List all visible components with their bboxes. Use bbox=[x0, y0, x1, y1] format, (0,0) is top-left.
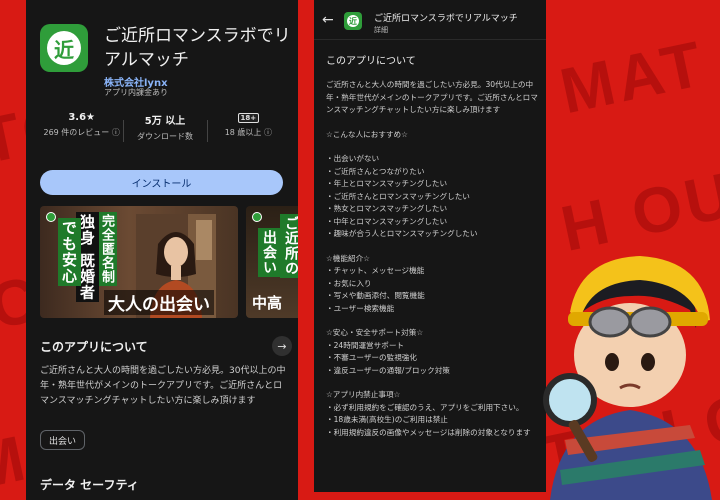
downloads-stat: 5万 以上 ダウンロード数 bbox=[123, 112, 206, 154]
safety-support-list-item: ・24時間運営サポート bbox=[326, 340, 405, 350]
details-subtitle: 詳細 bbox=[374, 26, 388, 34]
safety-support-title: ☆安心・安全サポート対策☆ bbox=[326, 328, 424, 337]
details-intro: ご近所さんと大人の時間を過ごしたい方必見。30代以上の中年・熟年世代がメインのト… bbox=[326, 80, 538, 114]
recommend-list-item: ・年上とロマンスマッチングしたい bbox=[326, 179, 448, 188]
details-app-title: ご近所ロマンスラボでリアルマッチ bbox=[374, 14, 518, 24]
stats-row: 3.6★ 269 件のレビュー ⓘ 5万 以上 ダウンロード数 18+ 18 歳… bbox=[40, 112, 290, 154]
iap-note: アプリ内課金あり bbox=[104, 88, 168, 97]
app-icon-glyph: 近 bbox=[47, 31, 81, 65]
app-icon[interactable]: 近 bbox=[40, 24, 88, 72]
screenshot-1[interactable]: 完全匿名制 独身 既婚者 でも安心 大人の出会い bbox=[40, 206, 238, 318]
downloads-value: 5万 以上 bbox=[144, 116, 186, 127]
install-button[interactable]: インストール bbox=[40, 170, 283, 195]
safety-support-list-item: ・不審ユーザーの監視強化 bbox=[326, 353, 417, 362]
detective-mascot-image bbox=[543, 256, 712, 500]
age-label: 18 歳以上 ⓘ bbox=[224, 128, 272, 137]
about-section-header[interactable]: このアプリについて → bbox=[40, 336, 292, 358]
recommend-list-item: ・中年とロマンスマッチングしたい bbox=[326, 216, 448, 226]
about-description: ご近所さんと大人の時間を過ごしたい方必見。30代以上の中年・熟年世代がメインのト… bbox=[40, 366, 286, 406]
details-header: ← 近 ご近所ロマンスラボでリアルマッチ 詳細 bbox=[314, 0, 546, 40]
store-listing-panel: 近 ご近所ロマンスラボでリアルマッチ 株式会社lynx アプリ内課金あり 3.6… bbox=[26, 0, 298, 500]
features-list-item: ・お気に入り bbox=[326, 278, 372, 288]
recommend-list: ・出会いがない・ご近所さんとつながりたい・年上とロマンスマッチングしたい・ご近所… bbox=[326, 153, 538, 241]
app-title: ご近所ロマンスラボでリアルマッチ bbox=[104, 26, 291, 70]
features-list-item: ・ユーザー検索機能 bbox=[326, 303, 395, 313]
features-list-item: ・チャット、メッセージ機能 bbox=[326, 266, 425, 275]
recommend-list-item: ・ご近所さんとつながりたい bbox=[326, 166, 425, 176]
app-logo-mini-icon bbox=[252, 212, 262, 222]
data-safety-title: データ セーフティ bbox=[40, 478, 139, 492]
safety-support-list: ・24時間運営サポート・不審ユーザーの監視強化・違反ユーザーの通報/ブロック対策 bbox=[326, 340, 538, 378]
age-stat[interactable]: 18+ 18 歳以上 ⓘ bbox=[206, 112, 290, 154]
age-rating-badge: 18+ bbox=[237, 113, 260, 123]
arrow-right-icon[interactable]: → bbox=[272, 336, 292, 356]
app-icon-glyph: 近 bbox=[347, 15, 359, 27]
about-title: このアプリについて bbox=[40, 340, 148, 354]
details-panel: ← 近 ご近所ロマンスラボでリアルマッチ 詳細 このアプリについて ご近所さんと… bbox=[314, 0, 546, 492]
screenshot-2-text-1: ご近所の bbox=[280, 214, 298, 278]
screenshot-2-text-2: 出会い bbox=[258, 228, 280, 277]
recommend-list-item: ・ご近所さんとロマンスマッチングしたい bbox=[326, 191, 470, 201]
recommend-list-item: ・熟女とロマンスマッチングしたい bbox=[326, 204, 448, 213]
downloads-label: ダウンロード数 bbox=[136, 132, 193, 141]
safety-support-list-item: ・違反ユーザーの通報/ブロック対策 bbox=[326, 365, 450, 375]
prohibited-title: ☆アプリ内禁止事項☆ bbox=[326, 390, 401, 399]
screenshot-2-caption: 中高 bbox=[252, 294, 283, 312]
recommend-list-item: ・趣味が合う人とロマンスマッチングしたい bbox=[326, 229, 478, 238]
screenshot-1-text-1: 完全匿名制 bbox=[96, 212, 117, 286]
features-list: ・チャット、メッセージ機能 ・お気に入り・写メや動画添付、閲覧機能 ・ユーザー検索機… bbox=[326, 265, 538, 315]
app-logo-mini-icon bbox=[46, 212, 56, 222]
details-section-title: このアプリについて bbox=[326, 56, 416, 67]
features-title: ☆機能紹介☆ bbox=[326, 253, 370, 263]
app-icon-small: 近 bbox=[344, 12, 362, 30]
screenshot-2[interactable]: ご近所の 出会い 中高 bbox=[246, 206, 298, 318]
details-content: このアプリについて ご近所さんと大人の時間を過ごしたい方必見。30代以上の中年・… bbox=[326, 52, 538, 439]
prohibited-list-item: ・必ず利用規約をご確認のうえ、アプリをご利用下さい。 bbox=[326, 402, 524, 412]
rating-label: 269 件のレビュー ⓘ bbox=[43, 128, 120, 137]
features-list-item: ・写メや動画添付、閲覧機能 bbox=[326, 291, 425, 300]
recommend-list-item: ・出会いがない bbox=[326, 154, 380, 163]
prohibited-list-item: ・利用規約違反の画像やメッセージは削除の対象となります bbox=[326, 427, 531, 437]
back-arrow-icon[interactable]: ← bbox=[322, 12, 334, 28]
screenshot-1-caption: 大人の出会い bbox=[104, 290, 214, 315]
rating-value: 3.6★ bbox=[68, 112, 95, 123]
watermark-text: MAT bbox=[554, 26, 712, 128]
prohibited-list-item: ・18歳未満(高校生)のご利用は禁止 bbox=[326, 415, 448, 424]
watermark-text: H OUT bbox=[554, 149, 720, 265]
prohibited-list: ・必ず利用規約をご確認のうえ、アプリをご利用下さい。 ・18歳未満(高校生)のご利… bbox=[326, 402, 538, 440]
screenshot-1-text-3: でも安心 bbox=[58, 218, 81, 286]
screenshot-carousel[interactable]: 完全匿名制 独身 既婚者 でも安心 大人の出会い ご近所の 出会い 中高 bbox=[40, 206, 298, 318]
rating-stat[interactable]: 3.6★ 269 件のレビュー ⓘ bbox=[40, 112, 123, 154]
recommend-title: ☆こんな人におすすめ☆ bbox=[326, 129, 408, 139]
category-chip[interactable]: 出会い bbox=[40, 430, 86, 450]
